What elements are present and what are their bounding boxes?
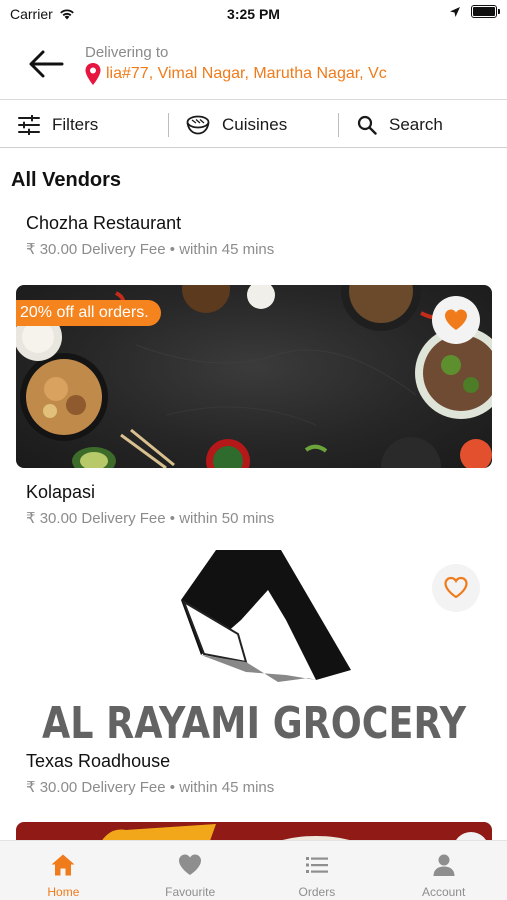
vendor-logo-image[interactable]: AL RAYAMI GROCERY <box>16 550 492 740</box>
location-arrow-icon <box>450 6 460 17</box>
tab-label: Home <box>47 885 80 899</box>
cuisines-button[interactable]: Cuisines <box>186 101 287 148</box>
heart-icon <box>179 854 202 875</box>
section-title: All Vendors <box>11 169 122 191</box>
tab-label: Account <box>421 885 466 899</box>
filter-divider <box>168 113 169 137</box>
search-button[interactable]: Search <box>357 101 443 148</box>
meta-separator: • <box>169 241 176 258</box>
vendor-name[interactable]: Kolapasi <box>26 482 95 503</box>
tab-label: Favourite <box>165 885 216 899</box>
meta-separator: • <box>169 510 176 527</box>
filter-divider <box>338 113 339 137</box>
tab-favourite[interactable]: Favourite <box>127 841 254 900</box>
tab-home[interactable]: Home <box>0 841 127 900</box>
tab-label: Orders <box>298 885 336 899</box>
favorite-button[interactable] <box>432 564 480 612</box>
person-icon <box>433 854 455 876</box>
search-icon <box>357 115 377 135</box>
filters-label: Filters <box>52 114 99 134</box>
favorite-button[interactable] <box>432 296 480 344</box>
cuisines-label: Cuisines <box>222 114 288 134</box>
vendor-name[interactable]: Texas Roadhouse <box>26 751 170 772</box>
filter-bar: Filters Cuisines Search <box>0 101 507 148</box>
back-arrow-icon <box>29 50 64 78</box>
grocery-logo: AL RAYAMI GROCERY <box>42 550 467 740</box>
heart-outline-icon <box>444 576 468 599</box>
delivery-eta: within 50 mins <box>179 510 275 527</box>
home-icon <box>51 854 75 876</box>
location-pin-icon <box>85 63 101 85</box>
heart-filled-icon <box>445 309 467 330</box>
promo-badge: 20% off all orders. <box>16 300 161 326</box>
sliders-icon <box>18 114 40 135</box>
back-button[interactable] <box>26 44 66 84</box>
battery-icon <box>471 5 500 18</box>
vendor-meta: ₹ 30.00 Delivery Fee • within 45 mins <box>26 240 274 258</box>
vendor-name[interactable]: Chozha Restaurant <box>26 213 181 234</box>
tab-account[interactable]: Account <box>380 841 507 900</box>
vendor-meta: ₹ 30.00 Delivery Fee • within 45 mins <box>26 778 274 796</box>
vendor-meta: ₹ 30.00 Delivery Fee • within 50 mins <box>26 509 274 527</box>
delivery-address[interactable]: lia#77, Vimal Nagar, Marutha Nagar, Vc <box>84 62 434 86</box>
logo-text: AL RAYAMI GROCERY <box>42 698 467 740</box>
delivering-to-label: Delivering to <box>85 44 169 61</box>
search-label: Search <box>389 114 443 134</box>
filters-button[interactable]: Filters <box>18 101 98 148</box>
address-text: lia#77, Vimal Nagar, Marutha Nagar, Vc <box>106 65 387 82</box>
bottom-tab-bar: Home Favourite Orders Account <box>0 840 507 900</box>
delivery-fee: ₹ 30.00 Delivery Fee <box>26 241 166 258</box>
clock: 3:25 PM <box>227 6 280 22</box>
delivery-fee: ₹ 30.00 Delivery Fee <box>26 779 166 796</box>
delivery-eta: within 45 mins <box>179 241 275 258</box>
vendor-banner-image[interactable]: 20% off all orders. <box>16 285 492 468</box>
app-header: Delivering to lia#77, Vimal Nagar, Marut… <box>0 28 507 100</box>
status-icons <box>449 5 500 18</box>
list-icon <box>305 857 328 873</box>
tab-orders[interactable]: Orders <box>254 841 381 900</box>
meta-separator: • <box>169 779 176 796</box>
delivery-eta: within 45 mins <box>179 779 275 796</box>
bowl-icon <box>186 115 210 134</box>
delivery-fee: ₹ 30.00 Delivery Fee <box>26 510 166 527</box>
status-bar: Carrier 3:25 PM <box>0 0 507 28</box>
